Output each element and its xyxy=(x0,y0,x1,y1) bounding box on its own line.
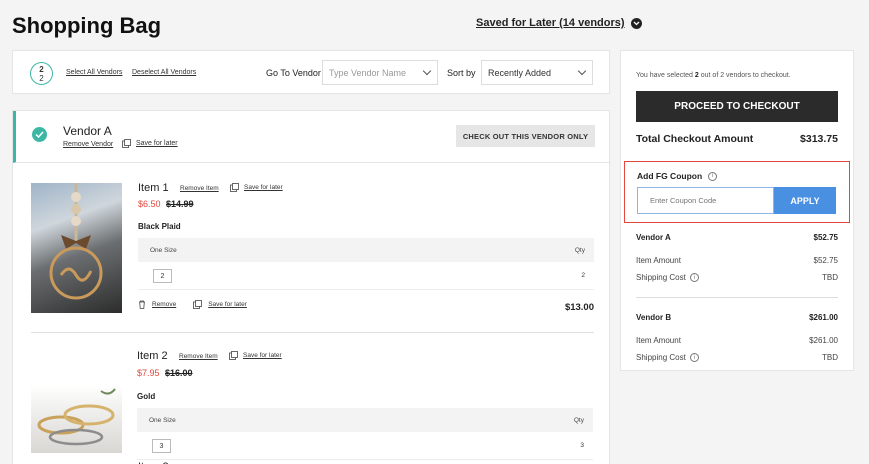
chevron-down-icon xyxy=(422,66,432,76)
vendor-toolbar: 2 2 Select All Vendors Deselect All Vend… xyxy=(12,50,610,94)
order-summary: You have selected 2 out of 2 vendors to … xyxy=(620,50,854,371)
vendor-name: Vendor A xyxy=(63,124,112,138)
vendor-name: Vendor A xyxy=(636,233,671,242)
item-save-for-later[interactable]: Save for later xyxy=(229,351,282,360)
goto-vendor-placeholder: Type Vendor Name xyxy=(329,68,407,78)
save-for-later-button[interactable]: Save for later xyxy=(208,301,247,308)
item-image xyxy=(31,183,122,313)
item-amount-value: $52.75 xyxy=(813,256,838,265)
option-header: One Size Qty xyxy=(137,408,593,432)
vendor-save-for-later[interactable]: Save for later xyxy=(122,139,178,148)
save-later-icon xyxy=(193,300,203,309)
saved-for-later-label: Saved for Later (14 vendors) xyxy=(476,17,625,29)
shipping-cost-value: TBD xyxy=(822,273,838,282)
item-image xyxy=(31,385,122,453)
shipping-cost-row: Shipping Cost i TBD xyxy=(636,353,838,362)
item-amount-row: Item Amount $261.00 xyxy=(636,336,838,345)
summary-divider xyxy=(636,297,838,298)
check-icon xyxy=(35,131,44,138)
vendor-header: Vendor A Remove Vendor Save for later CH… xyxy=(13,111,611,163)
qty-header: Qty xyxy=(573,417,584,424)
coupon-label: Add FG Coupon i xyxy=(637,171,718,181)
remove-vendor-link[interactable]: Remove Vendor xyxy=(63,141,113,148)
vendor-name: Vendor B xyxy=(636,313,672,322)
trash-icon xyxy=(139,300,145,309)
shipping-cost-label: Shipping Cost xyxy=(636,353,686,362)
remove-button[interactable]: Remove xyxy=(152,301,176,308)
vendor-checkbox[interactable] xyxy=(32,127,47,142)
deselect-all-vendors-link[interactable]: Deselect All Vendors xyxy=(132,69,196,76)
item-amount-label: Item Amount xyxy=(636,256,681,265)
option-size-label: One Size xyxy=(149,417,176,424)
save-later-icon xyxy=(122,139,131,148)
option-row: 3 3 xyxy=(137,432,593,460)
save-later-icon xyxy=(229,351,238,360)
page-title: Shopping Bag xyxy=(12,13,162,38)
saved-for-later-link[interactable]: Saved for Later (14 vendors) xyxy=(476,17,642,29)
chevron-down-icon xyxy=(577,66,587,76)
item-name: Item 2 xyxy=(137,350,168,362)
sale-price: $7.95 xyxy=(137,368,160,378)
item-save-label: Save for later xyxy=(244,184,283,191)
sort-value: Recently Added xyxy=(488,68,552,78)
item-variant: Gold xyxy=(137,392,156,401)
coupon-section: Add FG Coupon i APPLY xyxy=(624,161,850,223)
apply-coupon-button[interactable]: APPLY xyxy=(774,187,836,214)
shipping-cost-label: Shipping Cost xyxy=(636,273,686,282)
qty-total: 2 xyxy=(581,272,585,279)
checkout-vendor-button[interactable]: CHECK OUT THIS VENDOR ONLY xyxy=(456,125,595,147)
item-total: $13.00 xyxy=(564,302,594,313)
coupon-code-input[interactable] xyxy=(637,187,774,214)
item-save-label: Save for later xyxy=(243,352,282,359)
total-checkout-amount: $313.75 xyxy=(800,133,838,145)
goto-vendor-label: Go To Vendor xyxy=(266,68,321,78)
qty-header: Qty xyxy=(574,247,585,254)
item-amount-row: Item Amount $52.75 xyxy=(636,256,838,265)
sort-label: Sort by xyxy=(447,68,476,78)
chevron-down-icon xyxy=(630,17,642,29)
save-later-icon xyxy=(230,183,239,192)
original-price: $14.99 xyxy=(166,199,194,209)
info-icon[interactable]: i xyxy=(708,171,718,181)
qty-total: 3 xyxy=(580,442,584,449)
remove-item-link[interactable]: Remove Item xyxy=(180,185,219,192)
item-actions: Remove Save for later xyxy=(138,300,247,309)
goto-vendor-select[interactable]: Type Vendor Name xyxy=(322,60,438,85)
proceed-to-checkout-button[interactable]: PROCEED TO CHECKOUT xyxy=(636,91,838,122)
shipping-cost-row: Shipping Cost i TBD xyxy=(636,273,838,282)
remove-item-link[interactable]: Remove Item xyxy=(179,353,218,360)
vendor-save-label: Save for later xyxy=(136,140,178,147)
selected-count: 2 xyxy=(39,64,44,74)
selection-text: You have selected 2 out of 2 vendors to … xyxy=(636,72,791,79)
cart-item: Item 1 Remove Item Save for later $6.50 … xyxy=(13,163,611,333)
info-icon[interactable]: i xyxy=(689,273,699,282)
total-count: 2 xyxy=(39,73,44,83)
original-price: $16.00 xyxy=(165,368,193,378)
item-save-for-later[interactable]: Save for later xyxy=(230,183,283,192)
item-name: Item 1 xyxy=(138,182,169,194)
vendor-b-summary-row: Vendor B $261.00 xyxy=(636,313,838,322)
option-header: One Size Qty xyxy=(138,238,594,262)
vendor-amount: $52.75 xyxy=(813,233,838,242)
shipping-cost-value: TBD xyxy=(822,353,838,362)
option-size-label: One Size xyxy=(150,247,177,254)
vendor-a-summary-row: Vendor A $52.75 xyxy=(636,233,838,242)
quantity-input[interactable]: 3 xyxy=(152,439,171,453)
sort-select[interactable]: Recently Added xyxy=(481,60,593,85)
info-icon[interactable]: i xyxy=(689,353,699,362)
sale-price: $6.50 xyxy=(138,199,161,209)
selected-vendors-badge: 2 2 xyxy=(30,62,53,85)
total-checkout-label: Total Checkout Amount xyxy=(636,133,754,145)
item-amount-label: Item Amount xyxy=(636,336,681,345)
vendor-amount: $261.00 xyxy=(809,313,838,322)
select-all-vendors-link[interactable]: Select All Vendors xyxy=(66,69,122,76)
option-row: 2 2 xyxy=(138,262,594,290)
item-amount-value: $261.00 xyxy=(809,336,838,345)
item-variant: Black Plaid xyxy=(138,222,181,231)
shopping-bag-page: Shopping Bag Saved for Later (14 vendors… xyxy=(0,0,869,464)
quantity-input[interactable]: 2 xyxy=(153,269,172,283)
